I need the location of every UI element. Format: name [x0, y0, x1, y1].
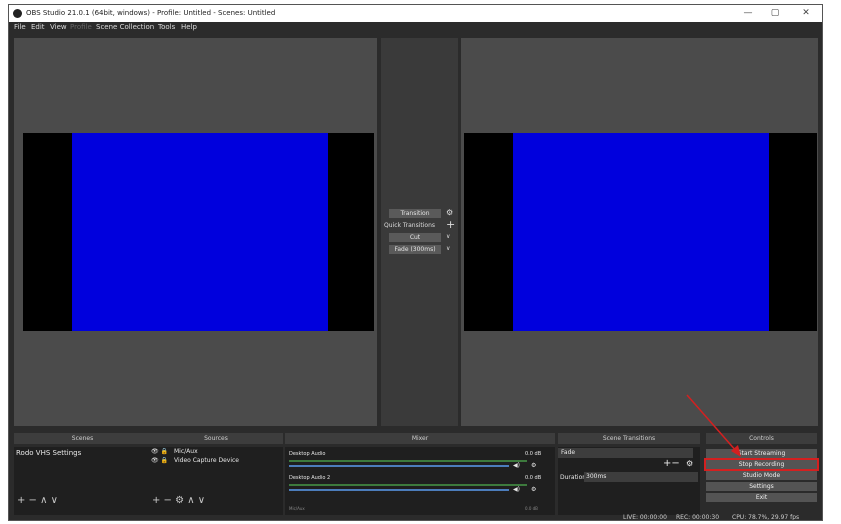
cut-chevron-down-icon[interactable]: ∨ [446, 233, 450, 240]
video-frame-left [72, 133, 328, 331]
recording-status: REC: 00:00:30 [676, 514, 720, 521]
menu-help[interactable]: Help [181, 23, 197, 31]
mixer-dock-title: Mixer [285, 433, 555, 444]
scene-item[interactable]: Rodo VHS Settings [16, 449, 81, 457]
video-frame-right [513, 133, 769, 331]
audio-level-meter [289, 484, 527, 486]
scenes-list[interactable]: Rodo VHS Settings + − ∧ ∨ [14, 447, 151, 515]
mixer-channel-name: Desktop Audio [289, 451, 326, 457]
sources-list[interactable]: 👁 🔒 Mic/Aux 👁 🔒 Video Capture Device + −… [149, 447, 283, 515]
maximize-button[interactable]: ▢ [764, 7, 786, 19]
menu-bar: File Edit View Profile Scene Collection … [9, 22, 822, 34]
audio-mixer: Desktop Audio 0.0 dB ◀) ⚙ Desktop Audio … [285, 447, 555, 515]
sources-dock-title: Sources [149, 433, 283, 444]
source-item[interactable]: Video Capture Device [174, 457, 239, 464]
close-button[interactable]: ✕ [795, 7, 817, 19]
cut-transition-button[interactable]: Cut [389, 233, 441, 242]
live-status: LIVE: 00:00:00 [623, 514, 667, 521]
annotation-arrow-icon [686, 394, 741, 457]
preview-canvas-left[interactable] [23, 133, 374, 331]
minimize-button[interactable]: — [737, 7, 759, 19]
studio-mode-button[interactable]: Studio Mode [706, 471, 817, 480]
exit-button[interactable]: Exit [706, 493, 817, 502]
mixer-channel-db: 0.0 dB [525, 451, 542, 457]
volume-slider[interactable] [289, 465, 509, 467]
audio-level-meter [289, 460, 527, 462]
transition-gear-icon[interactable]: ⚙ [686, 459, 693, 468]
duration-input[interactable]: 300ms [584, 472, 698, 482]
title-bar: OBS Studio 21.0.1 (64bit, windows) - Pro… [9, 5, 822, 22]
transition-select[interactable]: Fade [558, 448, 693, 458]
fade-chevron-down-icon[interactable]: ∨ [446, 245, 450, 252]
menu-scene-collection[interactable]: Scene Collection [96, 23, 154, 31]
mixer-gear-icon[interactable]: ⚙ [531, 462, 536, 469]
transition-button[interactable]: Transition [389, 209, 441, 218]
menu-edit[interactable]: Edit [31, 23, 45, 31]
transition-column [381, 38, 458, 426]
stop-recording-button[interactable]: Stop Recording [704, 458, 819, 471]
transition-settings-gear-icon[interactable]: ⚙ [446, 208, 453, 217]
obs-window: OBS Studio 21.0.1 (64bit, windows) - Pro… [8, 4, 823, 521]
source-visibility-eye-icon[interactable]: 👁 🔒 [151, 457, 168, 464]
settings-button[interactable]: Settings [706, 482, 817, 491]
program-canvas-right[interactable] [464, 133, 817, 331]
transition-add-remove-buttons[interactable]: +− [663, 458, 680, 469]
scenes-add-remove-move-buttons[interactable]: + − ∧ ∨ [17, 495, 58, 506]
scenes-dock-title: Scenes [14, 433, 151, 444]
mixer-channel-db: 0.0 dB [525, 506, 538, 511]
cpu-status: CPU: 78.7%, 29.97 fps [732, 514, 800, 521]
source-item[interactable]: Mic/Aux [174, 448, 198, 455]
source-visibility-eye-icon[interactable]: 👁 🔒 [151, 448, 168, 455]
quick-transitions-label: Quick Transitions [384, 222, 436, 229]
mixer-speaker-icon[interactable]: ◀) [513, 462, 520, 469]
mixer-speaker-icon[interactable]: ◀) [513, 486, 520, 493]
mixer-channel-db: 0.0 dB [525, 475, 542, 481]
duration-label: Duration [560, 474, 587, 481]
menu-profile[interactable]: Profile [70, 23, 92, 31]
mixer-channel-name: Mic/Aux [289, 506, 305, 511]
menu-file[interactable]: File [14, 23, 26, 31]
obs-logo-icon [13, 9, 22, 18]
menu-view[interactable]: View [50, 23, 67, 31]
mixer-channel-name: Desktop Audio 2 [289, 475, 331, 481]
menu-tools[interactable]: Tools [158, 23, 175, 31]
window-title: OBS Studio 21.0.1 (64bit, windows) - Pro… [26, 9, 276, 17]
mixer-gear-icon[interactable]: ⚙ [531, 486, 536, 493]
volume-slider[interactable] [289, 489, 509, 491]
fade-transition-button[interactable]: Fade (300ms) [389, 245, 441, 254]
sources-add-remove-settings-move-buttons[interactable]: + − ⚙ ∧ ∨ [152, 495, 205, 506]
add-quick-transition-button[interactable]: + [446, 218, 455, 231]
